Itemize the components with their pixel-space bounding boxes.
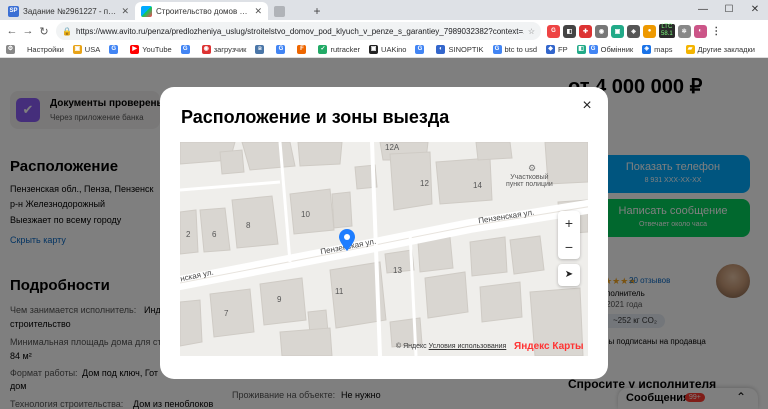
police-icon: ⚙ <box>528 163 537 173</box>
page-favicon-icon <box>274 5 285 17</box>
tab-zadanie[interactable]: SP Задание №2961227 - просмотр з... ✕ <box>2 2 135 20</box>
bookmark-vk[interactable]: в <box>255 45 267 54</box>
bookmark-label: UAKino <box>381 45 407 54</box>
ltc-value: 58.1 <box>661 31 673 37</box>
bookmark-label: Настройки <box>27 45 64 54</box>
geolocation-arrow-icon[interactable]: ➤ <box>558 264 580 286</box>
window-close-icon[interactable]: ✕ <box>742 0 768 20</box>
house-number: 7 <box>224 309 229 318</box>
house-number: 2 <box>186 230 191 239</box>
bookmark-usa[interactable]: ▣ USA <box>72 45 101 54</box>
sp-favicon-icon: SP <box>8 5 19 17</box>
poi-line-2: пункт полиции <box>506 181 553 188</box>
house-number: 12 <box>420 179 429 188</box>
address-bar-row: ← → ↻ 🔒 https://www.avito.ru/penza/predl… <box>0 20 768 42</box>
url-text: https://www.avito.ru/penza/predlozheniya… <box>75 26 524 36</box>
zoom-in-button[interactable]: + <box>558 211 580 235</box>
location-modal: Расположение и зоны выезда × 12А 12 14 1… <box>160 87 608 379</box>
extension-icon[interactable]: ✚ <box>579 24 592 38</box>
house-number: 9 <box>277 295 282 304</box>
ltc-price-extension[interactable]: LTC 58.1 <box>659 24 675 38</box>
bookmark-star-icon[interactable]: ☆ <box>528 27 535 36</box>
attribution-prefix: © Яндекс <box>396 343 427 350</box>
house-number: 13 <box>393 266 402 275</box>
extension-icon[interactable]: ▣ <box>611 24 624 38</box>
yandex-maps-logo[interactable]: Яндекс Карты <box>514 341 584 352</box>
bookmark-label: SINOPTIK <box>448 45 484 54</box>
tab-page[interactable] <box>268 2 308 20</box>
house-number: 14 <box>473 181 482 190</box>
apps-icon[interactable]: ⚙ <box>6 45 18 54</box>
back-icon[interactable]: ← <box>4 25 20 37</box>
house-number: 10 <box>301 210 310 219</box>
terms-link[interactable]: Условия использования <box>429 343 507 350</box>
house-number: 11 <box>335 287 344 296</box>
extensions: G ◧ ✚ ◉ ▣ ◈ ● LTC 58.1 ✲ ◐ ⋮ <box>547 24 723 38</box>
poi-label: Участковый пункт полиции <box>506 174 553 188</box>
bookmark-f[interactable]: F <box>297 45 309 54</box>
zoom-control: + − <box>558 211 580 259</box>
bookmark-google-3[interactable]: G <box>276 45 288 54</box>
extension-icon[interactable]: ◈ <box>627 24 640 38</box>
bookmark-label: загрузчик <box>213 45 247 54</box>
forward-icon[interactable]: → <box>20 25 36 37</box>
puzzle-icon[interactable]: ✲ <box>677 24 691 38</box>
house-number: 6 <box>212 230 217 239</box>
house-number: 12А <box>385 143 400 152</box>
bookmark-label: USA <box>84 45 101 54</box>
tab-avito[interactable]: Строительство домов под ключ с... ✕ <box>135 2 268 20</box>
bookmark-label: Обмінник <box>600 45 634 54</box>
bookmark-label: Другие закладки <box>697 45 755 54</box>
bookmark-downloader[interactable]: ◉ загрузчик <box>201 45 247 54</box>
avito-favicon-icon <box>141 5 152 17</box>
bookmark-label: maps <box>654 45 673 54</box>
bookmark-maps[interactable]: ◈ maps <box>642 45 673 54</box>
address-input[interactable]: 🔒 https://www.avito.ru/penza/predlozheni… <box>56 22 541 40</box>
bookmark-label: rutracker <box>330 45 361 54</box>
bookmark-google-2[interactable]: G <box>180 45 193 54</box>
map-attribution: © Яндекс Условия использования <box>396 343 506 350</box>
extension-icon[interactable]: ◧ <box>563 24 576 38</box>
new-tab-button[interactable]: + <box>308 2 326 20</box>
bookmark-youtube[interactable]: ▶ YouTube <box>130 45 172 54</box>
reload-icon[interactable]: ↻ <box>36 25 52 38</box>
poi-line-1: Участковый <box>510 174 549 181</box>
bookmark-other[interactable]: ▰ Другие закладки <box>685 45 755 54</box>
window-controls: — ☐ ✕ <box>690 0 768 20</box>
profile-avatar-icon[interactable]: ◐ <box>693 24 707 38</box>
house-number: 8 <box>246 221 251 230</box>
bookmarks-bar: ⚙ Настройки ▣ USA G ▶ YouTube G ◉ загрузчик… <box>0 42 768 58</box>
yandex-brand-text: Яндекс Карты <box>514 341 584 352</box>
browser-tabbar: SP Задание №2961227 - просмотр з... ✕ Ст… <box>0 0 768 20</box>
bookmark-btc[interactable]: Gbtc to usd <box>492 45 538 54</box>
tab-title: Задание №2961227 - просмотр з... <box>23 6 118 16</box>
extension-icon[interactable]: ● <box>643 24 656 38</box>
bookmark-google-4[interactable]: G <box>415 45 427 54</box>
extension-icon[interactable]: ◉ <box>595 24 608 38</box>
bookmark-settings[interactable]: Настройки <box>27 45 64 54</box>
location-pin-icon[interactable] <box>339 229 355 251</box>
bookmark-exchange[interactable]: ◧ G Обмінник <box>576 45 634 54</box>
bookmark-fp[interactable]: ◆ FP <box>546 45 568 54</box>
close-tab-icon[interactable]: ✕ <box>121 6 129 17</box>
yandex-map[interactable]: 12А 12 14 10 8 2 6 13 11 9 7 Пензенская … <box>180 142 588 356</box>
lock-icon[interactable]: 🔒 <box>62 27 72 36</box>
bookmark-label: FP <box>558 45 568 54</box>
bookmark-rutracker[interactable]: ✓ rutracker <box>318 45 360 54</box>
tab-title: Строительство домов под ключ с... <box>156 6 252 16</box>
maximize-icon[interactable]: ☐ <box>716 0 742 20</box>
bookmark-label: YouTube <box>142 45 172 54</box>
modal-title: Расположение и зоны выезда <box>181 107 450 127</box>
bookmark-sinoptik[interactable]: ◐ SINOPTIK <box>436 45 484 54</box>
bookmark-label: btc to usd <box>504 45 538 54</box>
menu-dots-icon[interactable]: ⋮ <box>709 24 723 38</box>
extension-icon[interactable]: G <box>547 24 560 38</box>
zoom-out-button[interactable]: − <box>558 235 580 259</box>
ltc-label: LTC <box>661 24 673 30</box>
bookmark-uakino[interactable]: ▣ UAKino <box>369 45 406 54</box>
close-tab-icon[interactable]: ✕ <box>254 6 262 17</box>
close-icon[interactable]: × <box>578 97 596 115</box>
minimize-icon[interactable]: — <box>690 0 716 20</box>
bookmark-google[interactable]: G <box>109 45 121 54</box>
